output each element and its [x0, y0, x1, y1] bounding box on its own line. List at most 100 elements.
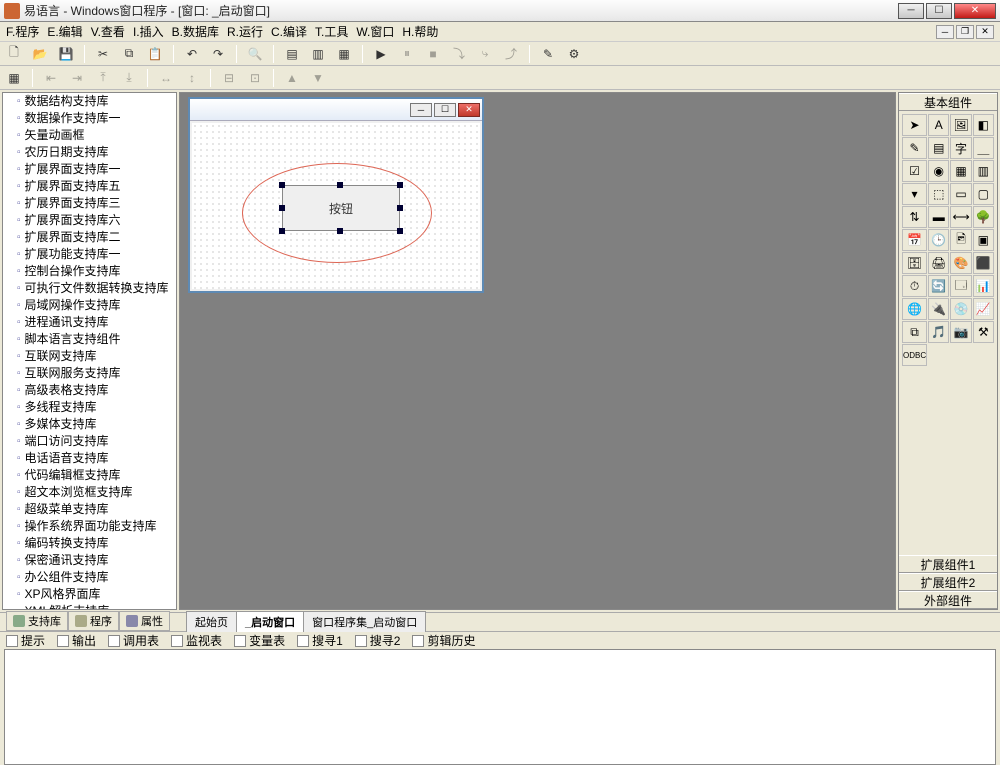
library-item[interactable]: 多线程支持库	[3, 399, 176, 416]
library-item[interactable]: 可执行文件数据转换支持库	[3, 280, 176, 297]
tool-button2[interactable]: ⬚	[928, 183, 949, 205]
form-designer-window[interactable]: ─ ☐ ✕ 按钮	[188, 97, 484, 293]
paste-button[interactable]: 📋	[145, 44, 165, 64]
align-bottom-button[interactable]: ⤓	[119, 68, 139, 88]
library-item[interactable]: 进程通讯支持库	[3, 314, 176, 331]
tool-scroll[interactable]: ⇅	[902, 206, 927, 228]
library-item[interactable]: 操作系统界面功能支持库	[3, 518, 176, 535]
selection-handle[interactable]	[279, 182, 285, 188]
tool-radio[interactable]: ◉	[928, 160, 949, 182]
center-h-button[interactable]: ⊟	[219, 68, 239, 88]
tool-serial[interactable]: ⧉	[902, 321, 927, 343]
tool-image2[interactable]: 🖻	[950, 229, 971, 251]
stop-button[interactable]: ■	[423, 44, 443, 64]
tool-shape[interactable]: ◧	[973, 114, 994, 136]
library-item[interactable]: 超级菜单支持库	[3, 501, 176, 518]
library-item[interactable]: 农历日期支持库	[3, 144, 176, 161]
tool-list[interactable]: ▥	[973, 160, 994, 182]
cut-button[interactable]: ✂	[93, 44, 113, 64]
tool-picture[interactable]: 🖼	[950, 114, 971, 136]
layout-button-2[interactable]: ▥	[308, 44, 328, 64]
mdi-restore-button[interactable]: ❐	[956, 25, 974, 39]
palette-header-ext1[interactable]: 扩展组件1	[899, 555, 997, 573]
tool-memo[interactable]: ▤	[928, 137, 949, 159]
form-maximize-button[interactable]: ☐	[434, 103, 456, 117]
tool-disk[interactable]: 💿	[950, 298, 971, 320]
form-canvas[interactable]: 按钮	[192, 123, 480, 289]
bottom-tab-calltable[interactable]: 调用表	[108, 632, 159, 649]
redo-button[interactable]: ↷	[208, 44, 228, 64]
library-item[interactable]: 扩展功能支持库一	[3, 246, 176, 263]
tool-label[interactable]: A	[928, 114, 949, 136]
menu-tools[interactable]: T.工具	[315, 23, 348, 40]
form-minimize-button[interactable]: ─	[410, 103, 432, 117]
menu-insert[interactable]: I.插入	[133, 23, 164, 40]
layout-button-3[interactable]: ▦	[334, 44, 354, 64]
left-tab-properties[interactable]: 属性	[119, 612, 170, 631]
menu-edit[interactable]: E.编辑	[47, 23, 82, 40]
library-item[interactable]: 互联网支持库	[3, 348, 176, 365]
window-close-button[interactable]: ✕	[954, 3, 996, 19]
tool-font[interactable]: 字	[950, 137, 971, 159]
library-item[interactable]: 扩展界面支持库一	[3, 161, 176, 178]
tool-check[interactable]: ☑	[902, 160, 927, 182]
menu-database[interactable]: B.数据库	[172, 23, 219, 40]
left-tab-library[interactable]: 支持库	[6, 612, 68, 631]
tool-sock[interactable]: 🔌	[928, 298, 949, 320]
align-grid-button[interactable]: ▦	[4, 68, 24, 88]
library-item[interactable]: 扩展界面支持库三	[3, 195, 176, 212]
tool-db[interactable]: 🗄	[902, 252, 927, 274]
library-item[interactable]: 电话语音支持库	[3, 450, 176, 467]
selection-handle[interactable]	[279, 228, 285, 234]
send-back-button[interactable]: ▼	[308, 68, 328, 88]
doc-tab-winprogset[interactable]: 窗口程序集_启动窗口	[303, 611, 426, 632]
tool-timer[interactable]: ⏱	[902, 275, 927, 297]
same-width-button[interactable]: ↔	[156, 68, 176, 88]
left-tab-program[interactable]: 程序	[68, 612, 119, 631]
tool-progress[interactable]: ▬	[928, 206, 949, 228]
align-left-button[interactable]: ⇤	[41, 68, 61, 88]
new-file-button[interactable]: 🗋	[4, 44, 24, 64]
output-panel[interactable]	[4, 649, 996, 765]
form-close-button[interactable]: ✕	[458, 103, 480, 117]
library-item[interactable]: 扩展界面支持库六	[3, 212, 176, 229]
library-item[interactable]: 扩展界面支持库五	[3, 178, 176, 195]
mdi-minimize-button[interactable]: ─	[936, 25, 954, 39]
tool-refresh[interactable]: 🔄	[928, 275, 949, 297]
selection-handle[interactable]	[397, 228, 403, 234]
open-file-button[interactable]: 📂	[30, 44, 50, 64]
library-item[interactable]: 脚本语言支持组件	[3, 331, 176, 348]
find-button[interactable]: 🔍	[245, 44, 265, 64]
library-item[interactable]: XML解析支持库	[3, 603, 176, 609]
window-minimize-button[interactable]: ─	[898, 3, 924, 19]
tool-line[interactable]: ＿	[973, 137, 994, 159]
step-over-button[interactable]: ⤵	[449, 44, 469, 64]
save-file-button[interactable]: 💾	[56, 44, 76, 64]
bottom-tab-monitor[interactable]: 监视表	[171, 632, 222, 649]
tool-frame[interactable]: ▣	[973, 229, 994, 251]
align-right-button[interactable]: ⇥	[67, 68, 87, 88]
step-out-button[interactable]: ⤴	[501, 44, 521, 64]
pause-button[interactable]: ⏸	[397, 44, 417, 64]
tool-time[interactable]: 🕒	[928, 229, 949, 251]
menu-view[interactable]: V.查看	[91, 23, 125, 40]
tool-odbc[interactable]: ODBC	[902, 344, 927, 366]
tool-tab[interactable]: ▭	[950, 183, 971, 205]
doc-tab-startwindow[interactable]: _启动窗口	[236, 611, 304, 632]
tool-button-b[interactable]: ⚙	[564, 44, 584, 64]
library-item[interactable]: 数据结构支持库	[3, 93, 176, 110]
tool-graph[interactable]: 📈	[973, 298, 994, 320]
bottom-tab-hint[interactable]: 提示	[6, 632, 45, 649]
copy-button[interactable]: ⧉	[119, 44, 139, 64]
menu-window[interactable]: W.窗口	[356, 23, 394, 40]
window-maximize-button[interactable]: ☐	[926, 3, 952, 19]
bottom-tab-cliphistory[interactable]: 剪辑历史	[412, 632, 475, 649]
library-item[interactable]: 矢量动画框	[3, 127, 176, 144]
button-control[interactable]: 按钮	[282, 185, 400, 231]
library-item[interactable]: XP风格界面库	[3, 586, 176, 603]
tool-date[interactable]: 📅	[902, 229, 927, 251]
tool-button-a[interactable]: ✎	[538, 44, 558, 64]
doc-tab-startpage[interactable]: 起始页	[186, 611, 237, 632]
tool-edit[interactable]: ✎	[902, 137, 927, 159]
designer-area[interactable]: ─ ☐ ✕ 按钮	[179, 92, 896, 610]
